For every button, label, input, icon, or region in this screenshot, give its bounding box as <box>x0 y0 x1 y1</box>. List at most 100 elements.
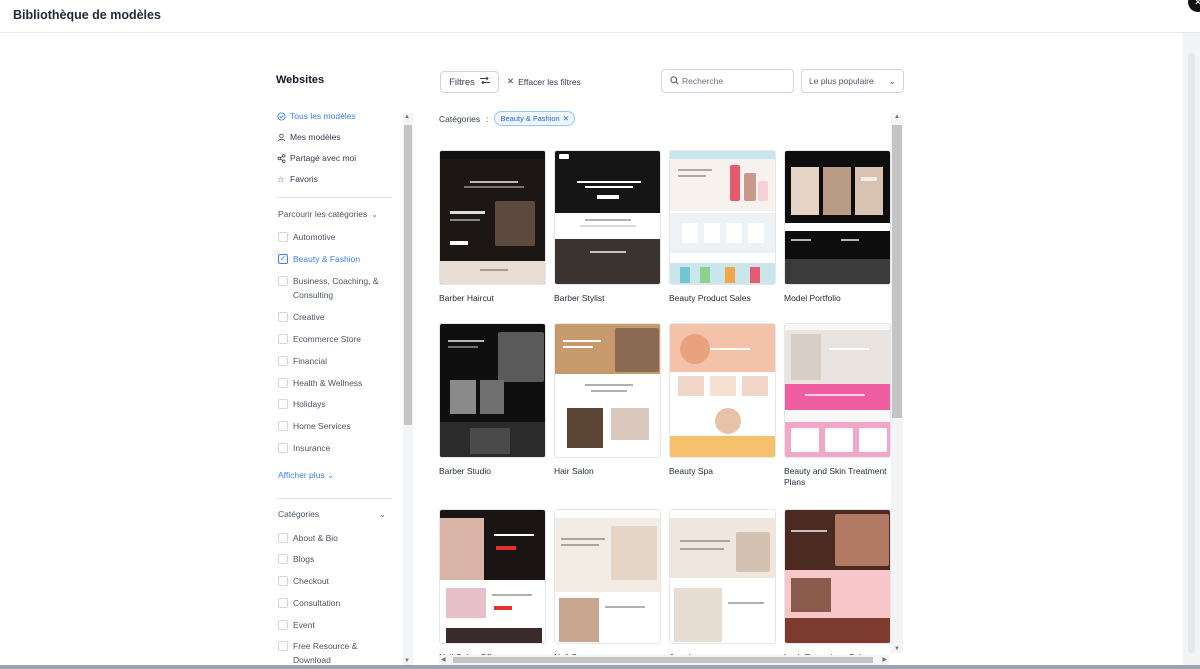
checkbox[interactable] <box>278 312 288 322</box>
sort-value: Le plus populaire <box>809 76 874 86</box>
chevron-down-icon: ⌄ <box>888 75 896 86</box>
template-card[interactable]: Beauty Spa <box>669 323 776 477</box>
checkbox[interactable] <box>278 421 288 431</box>
checkbox[interactable] <box>278 598 288 608</box>
divider <box>276 197 392 198</box>
checkbox[interactable] <box>278 276 288 286</box>
template-card[interactable]: Barber Haircut <box>439 150 546 304</box>
template-name: Beauty Spa <box>669 466 713 476</box>
checkbox[interactable] <box>278 620 288 630</box>
clear-filters-button[interactable]: ✕ Effacer les filtres <box>507 76 581 87</box>
template-grid-horizontal-scrollbar[interactable]: ◀ ▶ <box>439 655 889 665</box>
checkbox[interactable] <box>278 356 288 366</box>
template-thumbnail[interactable] <box>669 323 776 458</box>
checkbox[interactable] <box>278 232 288 242</box>
sidebar-scrollbar-thumb[interactable] <box>404 125 412 425</box>
template-card[interactable]: Nail Care <box>554 509 661 663</box>
categories-toggle[interactable]: Catégories ⌄ <box>278 509 386 519</box>
search-box[interactable] <box>661 69 794 93</box>
clear-filters-label: Effacer les filtres <box>518 76 581 87</box>
checkbox-label: Automotive <box>293 232 336 242</box>
categories-heading: Catégories <box>278 509 320 519</box>
checkbox-label: Insurance <box>293 443 331 453</box>
checkbox-checked[interactable]: ✓ <box>278 254 288 264</box>
nav-my-templates[interactable]: Mes modèles <box>276 132 341 142</box>
template-thumbnail[interactable] <box>554 509 661 644</box>
sort-dropdown[interactable]: Le plus populaire ⌄ <box>801 69 904 93</box>
template-card[interactable]: Barber Studio <box>439 323 546 477</box>
template-card[interactable]: Barber Stylist <box>554 150 661 304</box>
category-checkbox-insurance[interactable]: Insurance <box>278 441 330 455</box>
checkbox[interactable] <box>278 533 288 543</box>
nav-favorites[interactable]: ☆ Favoris <box>276 174 317 184</box>
template-card[interactable]: Model Portfolio <box>784 150 891 304</box>
checkbox[interactable] <box>278 334 288 344</box>
template-thumbnail[interactable] <box>439 323 546 458</box>
type-checkbox-about[interactable]: About & Bio <box>278 531 338 545</box>
type-checkbox-checkout[interactable]: Checkout <box>278 574 329 588</box>
horizontal-scrollbar-thumb[interactable] <box>453 657 873 663</box>
scroll-down-icon[interactable]: ▼ <box>894 646 900 652</box>
scroll-left-icon[interactable]: ◀ <box>441 656 446 663</box>
bottom-edge <box>0 665 1200 669</box>
filter-tag[interactable]: Beauty & Fashion ✕ <box>494 111 575 126</box>
template-name: Beauty and Skin Treatment Plans <box>784 466 887 487</box>
category-checkbox-automotive[interactable]: Automotive <box>278 230 336 244</box>
scroll-down-icon[interactable]: ▼ <box>404 658 410 664</box>
category-checkbox-health[interactable]: Health & Wellness <box>278 376 362 390</box>
template-card[interactable]: Jewelry <box>669 509 776 663</box>
page-scrollbar[interactable] <box>1183 33 1200 665</box>
type-checkbox-event[interactable]: Event <box>278 618 315 632</box>
category-checkbox-holidays[interactable]: Holidays <box>278 397 326 411</box>
template-thumbnail[interactable] <box>784 150 891 285</box>
template-thumbnail[interactable] <box>439 150 546 285</box>
type-checkbox-consultation[interactable]: Consultation <box>278 596 340 610</box>
checkbox-label: Blogs <box>293 554 315 564</box>
category-checkbox-creative[interactable]: Creative <box>278 310 325 324</box>
checkbox[interactable] <box>278 443 288 453</box>
template-card[interactable]: Hair Salon <box>554 323 661 477</box>
filters-button[interactable]: Filtres <box>440 71 499 93</box>
checkbox[interactable] <box>278 554 288 564</box>
template-thumbnail[interactable] <box>554 150 661 285</box>
category-checkbox-financial[interactable]: Financial <box>278 354 327 368</box>
type-checkbox-blogs[interactable]: Blogs <box>278 552 314 566</box>
template-thumbnail[interactable] <box>439 509 546 644</box>
template-thumbnail[interactable] <box>669 150 776 285</box>
template-card[interactable]: Nail Salon Offer <box>439 509 546 663</box>
nav-all-templates[interactable]: Tous les modèles <box>276 111 356 121</box>
template-thumbnail[interactable] <box>784 509 891 644</box>
checkbox[interactable] <box>278 378 288 388</box>
checkbox[interactable] <box>278 641 288 651</box>
template-grid-scrollbar-thumb[interactable] <box>892 125 902 418</box>
category-checkbox-business[interactable]: Business, Coaching, & Consulting <box>278 274 379 302</box>
scroll-right-icon[interactable]: ▶ <box>882 656 887 663</box>
template-grid-scrollbar[interactable]: ▲ ▼ <box>891 113 903 653</box>
nav-shared-with-me[interactable]: Partagé avec moi <box>276 153 356 163</box>
modal-header: Bibliothèque de modèles ✕ <box>0 0 1200 33</box>
type-checkbox-free-resource[interactable]: Free Resource & Download <box>278 639 357 667</box>
template-thumbnail[interactable] <box>784 323 891 458</box>
search-input[interactable] <box>682 76 787 86</box>
close-icon[interactable]: ✕ <box>563 114 569 123</box>
close-icon[interactable]: ✕ <box>1188 0 1200 12</box>
show-more-link[interactable]: Afficher plus ⌄ <box>278 470 334 481</box>
page-scrollbar-thumb[interactable] <box>1188 53 1195 653</box>
checkbox[interactable] <box>278 399 288 409</box>
browse-categories-toggle[interactable]: Parcourir les catégories ⌄ <box>278 209 378 219</box>
template-card[interactable]: Lash Extensions Salon <box>784 509 891 663</box>
template-thumbnail[interactable] <box>554 323 661 458</box>
checkbox-label: Checkout <box>293 576 329 586</box>
scroll-up-icon[interactable]: ▲ <box>404 114 410 120</box>
scroll-up-icon[interactable]: ▲ <box>894 114 900 120</box>
sidebar-scrollbar[interactable]: ▲ ▼ <box>403 113 413 665</box>
template-card[interactable]: Beauty and Skin Treatment Plans <box>784 323 891 488</box>
category-checkbox-home-services[interactable]: Home Services <box>278 419 351 433</box>
template-thumbnail[interactable] <box>669 509 776 644</box>
checkbox[interactable] <box>278 576 288 586</box>
checkbox-label: Health & Wellness <box>293 378 363 388</box>
checkbox-label: Home Services <box>293 421 351 431</box>
category-checkbox-beauty-fashion[interactable]: ✓ Beauty & Fashion <box>278 252 360 266</box>
category-checkbox-ecommerce[interactable]: Ecommerce Store <box>278 332 361 346</box>
template-card[interactable]: Beauty Product Sales <box>669 150 776 304</box>
